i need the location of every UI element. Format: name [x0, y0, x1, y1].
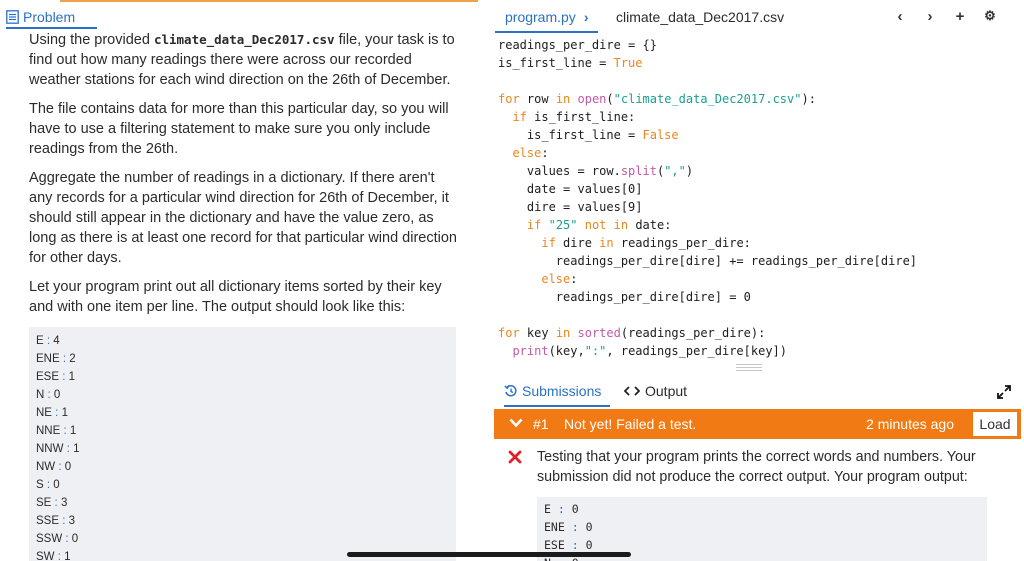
close-icon	[508, 450, 522, 464]
editor-panel: program.py › climate_data_Dec2017.csv ‹ …	[490, 0, 1024, 561]
tab-csv-file[interactable]: climate_data_Dec2017.csv	[616, 7, 784, 33]
expected-output-line: SSW : 0	[36, 533, 79, 545]
expand-icon[interactable]	[996, 384, 1012, 400]
expected-output-line: SE : 3	[36, 497, 68, 509]
code-line[interactable]: else:	[498, 270, 1024, 288]
resize-handle[interactable]	[736, 364, 762, 372]
problem-paragraph: Using the provided climate_data_Dec2017.…	[29, 32, 455, 88]
tab-program-label: program.py	[505, 9, 576, 25]
code-line[interactable]: readings_per_dire = {}	[498, 36, 1024, 54]
code-line[interactable]	[498, 72, 1024, 90]
code-line[interactable]: else:	[498, 144, 1024, 162]
program-output-line: ENE : 0	[544, 520, 593, 534]
expected-output-line: NW : 0	[36, 461, 72, 473]
code-line[interactable]: date = values[0]	[498, 180, 1024, 198]
expected-output-line: N : 0	[36, 389, 61, 401]
code-line[interactable]	[498, 306, 1024, 324]
code-line[interactable]: is_first_line = False	[498, 126, 1024, 144]
submission-status-bar[interactable]: #1 Not yet! Failed a test. 2 minutes ago…	[494, 409, 1021, 439]
load-button[interactable]: Load	[973, 412, 1017, 436]
plus-icon[interactable]: +	[954, 8, 966, 25]
gear-icon[interactable]: ⚙	[984, 8, 996, 25]
problem-paragraph: Let your program print out all dictionar…	[29, 279, 442, 315]
code-line[interactable]: print(key,":", readings_per_dire[key])	[498, 342, 1024, 360]
output-area: Submissions Output #1 Not yet! Failed a …	[490, 377, 1024, 561]
expected-output-line: ENE : 2	[36, 353, 76, 365]
problem-panel: Problem Using the provided climate_data_…	[0, 0, 478, 561]
tab-output-label: Output	[645, 383, 688, 399]
code-icon	[624, 386, 640, 396]
expected-output-line: ESE : 1	[36, 371, 76, 383]
chevron-left-icon[interactable]: ‹	[894, 8, 906, 25]
code-editor[interactable]: readings_per_dire = {} is_first_line = Tr…	[498, 36, 1024, 360]
expected-output-line: NNE : 1	[36, 425, 77, 437]
document-icon	[6, 10, 19, 24]
tab-problem[interactable]: Problem	[6, 7, 98, 29]
program-output-line: E : 0	[544, 502, 579, 516]
expected-output-line: NNW : 1	[36, 443, 80, 455]
submission-status: Not yet! Failed a test.	[564, 416, 697, 432]
tab-problem-label: Problem	[23, 9, 76, 25]
output-tab-bar: Submissions Output	[490, 377, 1024, 407]
tab-output[interactable]: Output	[624, 383, 687, 399]
code-line[interactable]: if "25" not in date:	[498, 216, 1024, 234]
problem-description: Using the provided climate_data_Dec2017.…	[29, 30, 459, 326]
code-line[interactable]: for key in sorted(readings_per_dire):	[498, 324, 1024, 342]
tab-submissions-label: Submissions	[522, 383, 602, 399]
submission-number: #1	[533, 416, 549, 432]
history-icon	[504, 385, 517, 397]
code-line[interactable]: if is_first_line:	[498, 108, 1024, 126]
code-line[interactable]: if dire in readings_per_dire:	[498, 234, 1024, 252]
expected-output-block: E : 4 ENE : 2 ESE : 1 N : 0 NE : 1 NNE : 1 NNW…	[29, 327, 456, 561]
editor-tab-bar: program.py › climate_data_Dec2017.csv ‹ …	[490, 0, 1024, 34]
tab-csv-label: climate_data_Dec2017.csv	[616, 9, 785, 25]
failure-message: Testing that your program prints the cor…	[537, 449, 976, 485]
code-line[interactable]: dire = values[9]	[498, 198, 1024, 216]
expected-output-line: SSE : 3	[36, 515, 76, 527]
code-line[interactable]: is_first_line = True	[498, 54, 1024, 72]
chevron-right-icon[interactable]: ›	[924, 8, 936, 25]
tab-submissions[interactable]: Submissions	[504, 383, 610, 407]
panel-accent-line	[60, 0, 478, 2]
expected-output-line: NE : 1	[36, 407, 68, 419]
expected-output-line: E : 4	[36, 335, 60, 347]
filename-code: climate_data_Dec2017.csv	[153, 32, 335, 47]
code-line[interactable]: for row in open("climate_data_Dec2017.cs…	[498, 90, 1024, 108]
code-line[interactable]: readings_per_dire[dire] += readings_per_…	[498, 252, 1024, 270]
problem-paragraph: The file contains data for more than thi…	[29, 101, 449, 157]
submission-time: 2 minutes ago	[866, 416, 954, 432]
tab-controls: ‹ › + ⚙	[894, 8, 996, 25]
tab-program-py[interactable]: program.py ›	[495, 7, 599, 33]
expected-output-line: S : 0	[36, 479, 60, 491]
code-line[interactable]: readings_per_dire[dire] = 0	[498, 288, 1024, 306]
chevron-down-icon[interactable]	[509, 417, 523, 429]
problem-paragraph: Aggregate the number of readings in a di…	[29, 170, 457, 266]
chevron-right-icon: ›	[583, 9, 589, 25]
code-line[interactable]: values = row.split(",")	[498, 162, 1024, 180]
horizontal-scrollbar[interactable]	[347, 552, 631, 557]
